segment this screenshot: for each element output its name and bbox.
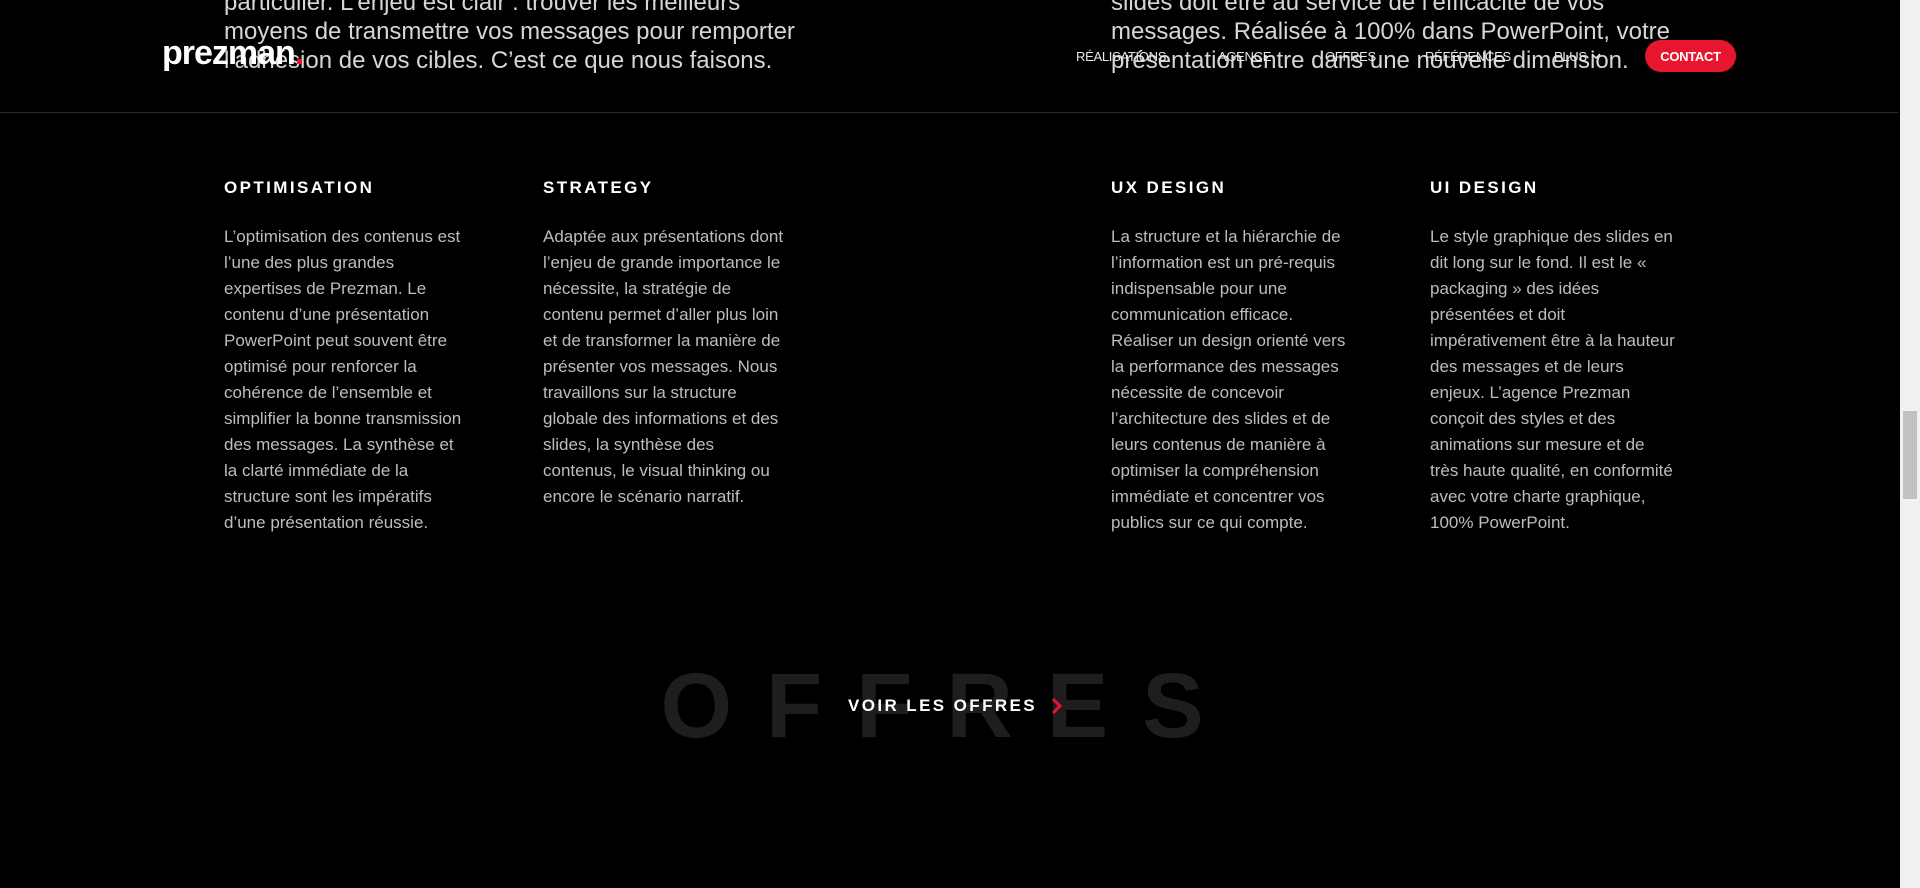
logo-dot: . bbox=[294, 34, 305, 72]
service-description: La structure et la hiérarchie de l’infor… bbox=[1111, 227, 1346, 532]
service-ui-design: UI Design Le style graphique des slides … bbox=[1430, 178, 1680, 536]
chevron-down-icon bbox=[1591, 53, 1601, 60]
page: particulier. L’enjeu est clair : trouver… bbox=[0, 0, 1920, 888]
nav-plus[interactable]: Plus bbox=[1554, 49, 1601, 64]
voir-les-offres-label: Voir les offres bbox=[848, 696, 1038, 715]
chevron-right-icon bbox=[1051, 697, 1063, 715]
nav-references[interactable]: Références bbox=[1425, 49, 1511, 64]
service-description: L’optimisation des contenus est l’une de… bbox=[224, 227, 462, 532]
logo-text: prezman bbox=[162, 34, 296, 72]
scrollbar[interactable] bbox=[1900, 0, 1920, 888]
contact-button[interactable]: Contact bbox=[1645, 40, 1736, 72]
service-ux-design: UX Design La structure et la hiérarchie … bbox=[1111, 178, 1361, 536]
service-optimisation: Optimisation L’optimisation des contenus… bbox=[224, 178, 474, 536]
service-title: UX Design bbox=[1111, 178, 1227, 197]
nav-plus-label: Plus bbox=[1554, 49, 1587, 64]
nav-agence[interactable]: Agence bbox=[1218, 49, 1271, 64]
voir-les-offres-link[interactable]: Voir les offres bbox=[848, 696, 1063, 716]
site-header: prezman. Réalisations Agence Offres Réfé… bbox=[0, 0, 1898, 113]
service-title: UI Design bbox=[1430, 178, 1539, 197]
service-title: Optimisation bbox=[224, 178, 375, 197]
service-strategy: Strategy Adaptée aux présentations dont … bbox=[543, 178, 793, 510]
nav-realisations[interactable]: Réalisations bbox=[1076, 49, 1166, 64]
nav-offres[interactable]: Offres bbox=[1325, 49, 1376, 64]
logo[interactable]: prezman. bbox=[162, 34, 305, 73]
service-title: Strategy bbox=[543, 178, 654, 197]
scrollbar-thumb[interactable] bbox=[1903, 411, 1917, 499]
service-description: Adaptée aux présentations dont l’enjeu d… bbox=[543, 227, 784, 506]
service-description: Le style graphique des slides en dit lon… bbox=[1430, 227, 1675, 532]
